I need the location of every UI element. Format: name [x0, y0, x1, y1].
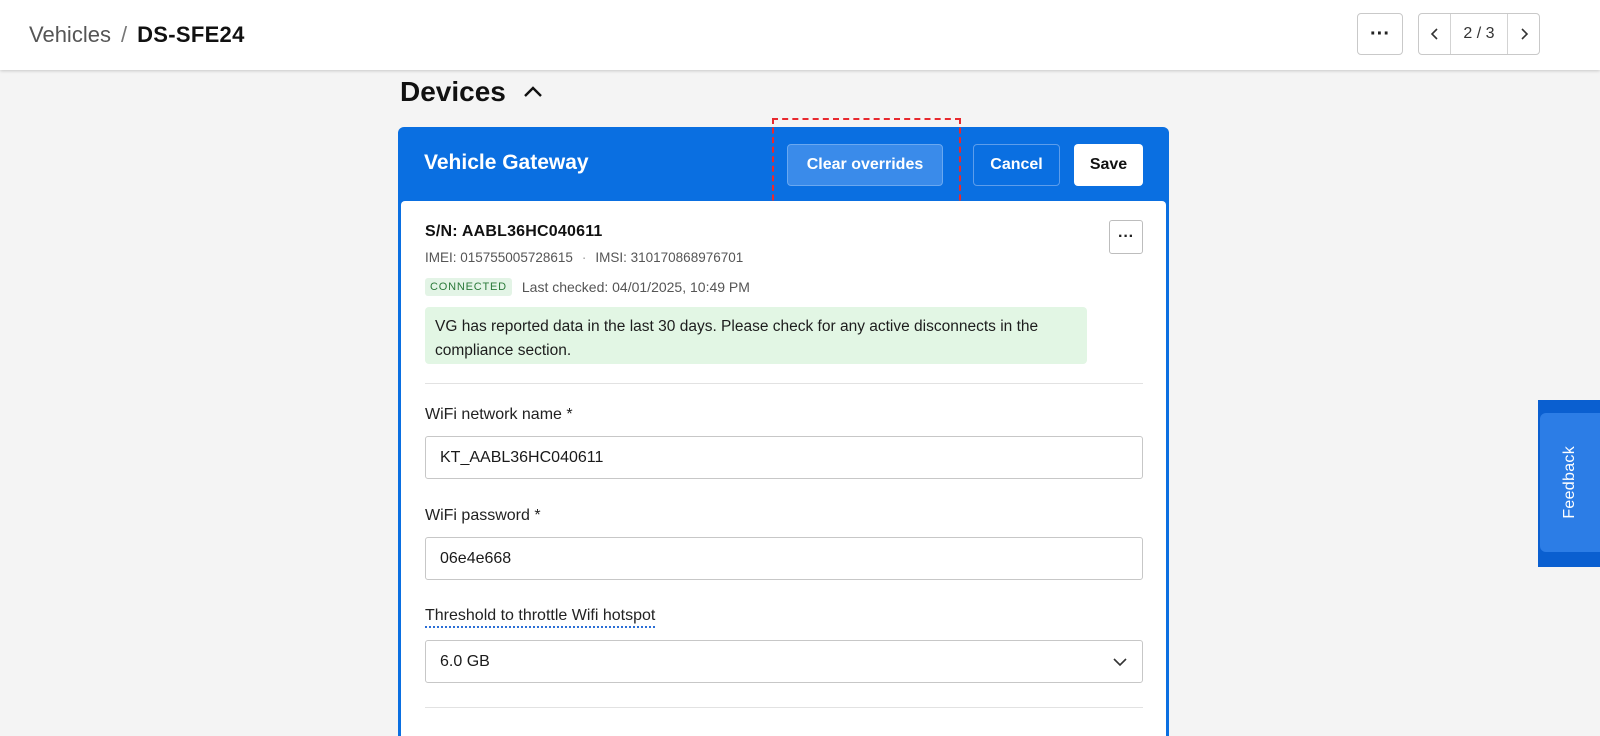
cancel-button[interactable]: Cancel	[973, 144, 1060, 186]
breadcrumb: Vehicles / DS-SFE24	[29, 20, 245, 50]
devices-section-header: Devices	[400, 74, 544, 110]
top-header: Vehicles / DS-SFE24 ··· 2 / 3	[0, 0, 1600, 70]
chevron-left-icon	[1430, 28, 1438, 40]
pager-count: 2 / 3	[1450, 14, 1508, 54]
imsi-value: IMSI: 310170868976701	[595, 250, 744, 265]
wifi-name-input[interactable]	[425, 436, 1143, 479]
id-separator: ·	[581, 250, 587, 265]
connection-notice: VG has reported data in the last 30 days…	[425, 307, 1087, 364]
breadcrumb-vehicles-link[interactable]: Vehicles	[29, 22, 111, 48]
breadcrumb-current: DS-SFE24	[137, 22, 245, 47]
save-button[interactable]: Save	[1074, 144, 1143, 186]
imei-value: IMEI: 015755005728615	[425, 250, 573, 265]
status-badge: CONNECTED	[425, 278, 512, 296]
previous-record-button[interactable]	[1419, 14, 1450, 54]
card-body: S/N: AABL36HC040611 IMEI: 01575500572861…	[401, 201, 1166, 736]
divider	[425, 707, 1143, 708]
record-pager: 2 / 3	[1418, 13, 1540, 55]
status-row: CONNECTED Last checked: 04/01/2025, 10:4…	[425, 278, 750, 296]
wifi-password-label: WiFi password *	[425, 507, 541, 524]
clear-overrides-button[interactable]: Clear overrides	[787, 144, 943, 186]
more-horizontal-icon: ···	[1370, 22, 1390, 45]
threshold-selected-value: 6.0 GB	[440, 652, 490, 670]
serial-number: S/N: AABL36HC040611	[425, 223, 603, 240]
chevron-down-icon	[1113, 657, 1127, 666]
breadcrumb-separator: /	[120, 22, 128, 47]
next-record-button[interactable]	[1508, 14, 1539, 54]
device-ids: IMEI: 015755005728615 · IMSI: 3101708689…	[425, 250, 743, 265]
feedback-tab[interactable]: Feedback	[1540, 413, 1600, 552]
card-header: Vehicle Gateway Clear overrides Cancel S…	[398, 118, 1169, 210]
divider	[425, 383, 1143, 384]
threshold-label[interactable]: Threshold to throttle Wifi hotspot	[425, 607, 656, 628]
last-checked: Last checked: 04/01/2025, 10:49 PM	[521, 279, 750, 295]
chevron-up-icon[interactable]	[522, 81, 544, 103]
vehicle-gateway-card: Vehicle Gateway Clear overrides Cancel S…	[398, 118, 1169, 736]
card-title: Vehicle Gateway	[424, 151, 589, 174]
wifi-password-input[interactable]	[425, 537, 1143, 580]
device-more-button[interactable]: ···	[1109, 220, 1143, 254]
section-title: Devices	[400, 76, 506, 107]
wifi-name-label: WiFi network name *	[425, 406, 573, 423]
chevron-right-icon	[1520, 28, 1528, 40]
more-actions-button[interactable]: ···	[1357, 13, 1403, 55]
more-horizontal-icon: ···	[1118, 228, 1134, 245]
threshold-select[interactable]: 6.0 GB	[425, 640, 1143, 683]
feedback-label: Feedback	[1561, 446, 1578, 519]
